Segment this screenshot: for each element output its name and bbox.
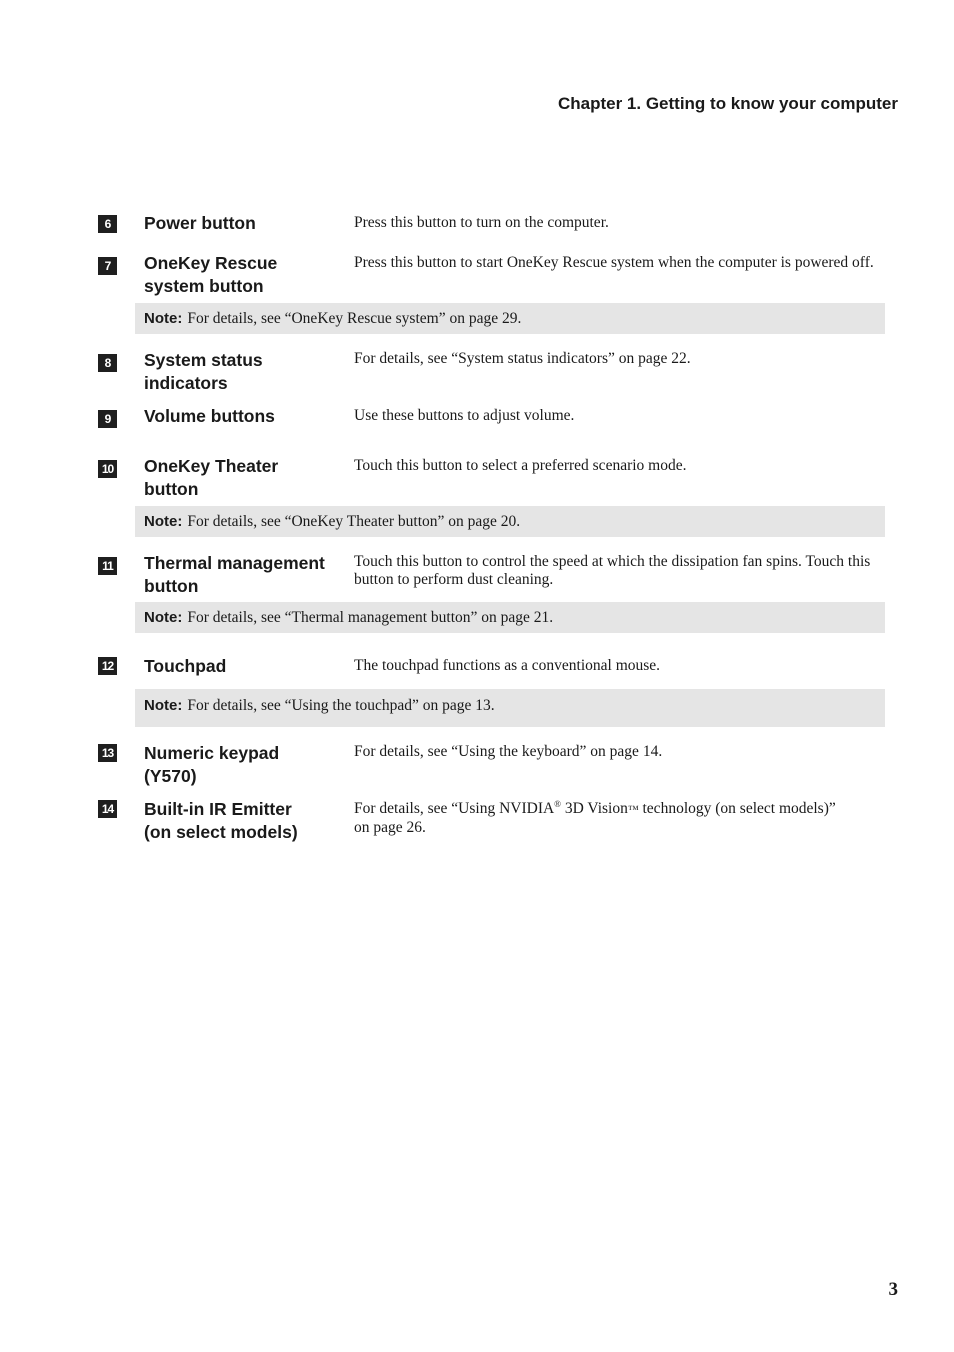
item-term: Volume buttons xyxy=(144,406,275,426)
item-term: Thermal management button xyxy=(144,553,325,596)
note-label: Note: xyxy=(144,513,183,530)
item-description: The touchpad functions as a conventional… xyxy=(354,657,661,674)
item-term: Built-in IR Emitter (on select models) xyxy=(144,799,298,842)
callout-number-badge: 14 xyxy=(98,800,117,818)
callout-number-badge: 8 xyxy=(98,354,117,372)
item-description: Press this button to turn on the compute… xyxy=(354,214,609,231)
note-label: Note: xyxy=(144,609,183,626)
item-description: Use these buttons to adjust volume. xyxy=(354,407,575,424)
page-number: 3 xyxy=(888,1279,899,1300)
note-box: Note: For details, see “Thermal managemen… xyxy=(135,602,885,633)
desc-text: For details, see “Using NVIDIA xyxy=(354,800,555,818)
note-box: Note: For details, see “OneKey Theater bu… xyxy=(135,506,885,537)
item-term: OneKey Theater button xyxy=(144,456,279,499)
item-description: Touch this button to select a preferred … xyxy=(354,457,687,474)
item-description: Press this button to start OneKey Rescue… xyxy=(354,254,874,271)
note-text: For details, see “Using the touchpad” on… xyxy=(187,697,495,714)
callout-number-badge: 10 xyxy=(98,460,117,478)
callout-number-badge: 9 xyxy=(98,410,117,428)
note-text: For details, see “OneKey Theater button”… xyxy=(187,513,521,530)
callout-number-badge: 11 xyxy=(98,557,117,575)
registered-mark: ® xyxy=(554,799,562,809)
note-text: For details, see “Thermal management but… xyxy=(187,609,554,626)
note-label: Note: xyxy=(144,697,183,714)
item-description: For details, see “System status indicato… xyxy=(354,350,691,367)
item-term: Power button xyxy=(144,213,256,233)
item-description: Touch this button to control the speed a… xyxy=(354,553,871,588)
item-term: Numeric keypad (Y570) xyxy=(144,743,280,786)
item-term: Touchpad xyxy=(144,656,227,676)
callout-number-badge: 12 xyxy=(98,657,117,675)
item-description: For details, see “Using the keyboard” on… xyxy=(354,743,663,760)
trademark-mark: ™ xyxy=(627,804,639,817)
note-box: Note: For details, see “OneKey Rescue sys… xyxy=(135,303,885,334)
note-box: Note: For details, see “Using the touchpa… xyxy=(135,689,885,727)
note-text: For details, see “OneKey Rescue system” … xyxy=(187,310,522,327)
callout-number-badge: 7 xyxy=(98,257,117,275)
item-term: OneKey Rescue system button xyxy=(144,253,278,296)
callout-number-badge: 13 xyxy=(98,744,117,762)
callout-number-badge: 6 xyxy=(98,215,117,233)
chapter-header: Chapter 1. Getting to know your computer xyxy=(557,94,898,113)
item-description: For details, see “Using NVIDIA® 3D Visio… xyxy=(354,795,854,837)
note-label: Note: xyxy=(144,310,183,327)
desc-text: 3D Vision xyxy=(561,800,628,818)
item-term: System status indicators xyxy=(144,350,263,393)
